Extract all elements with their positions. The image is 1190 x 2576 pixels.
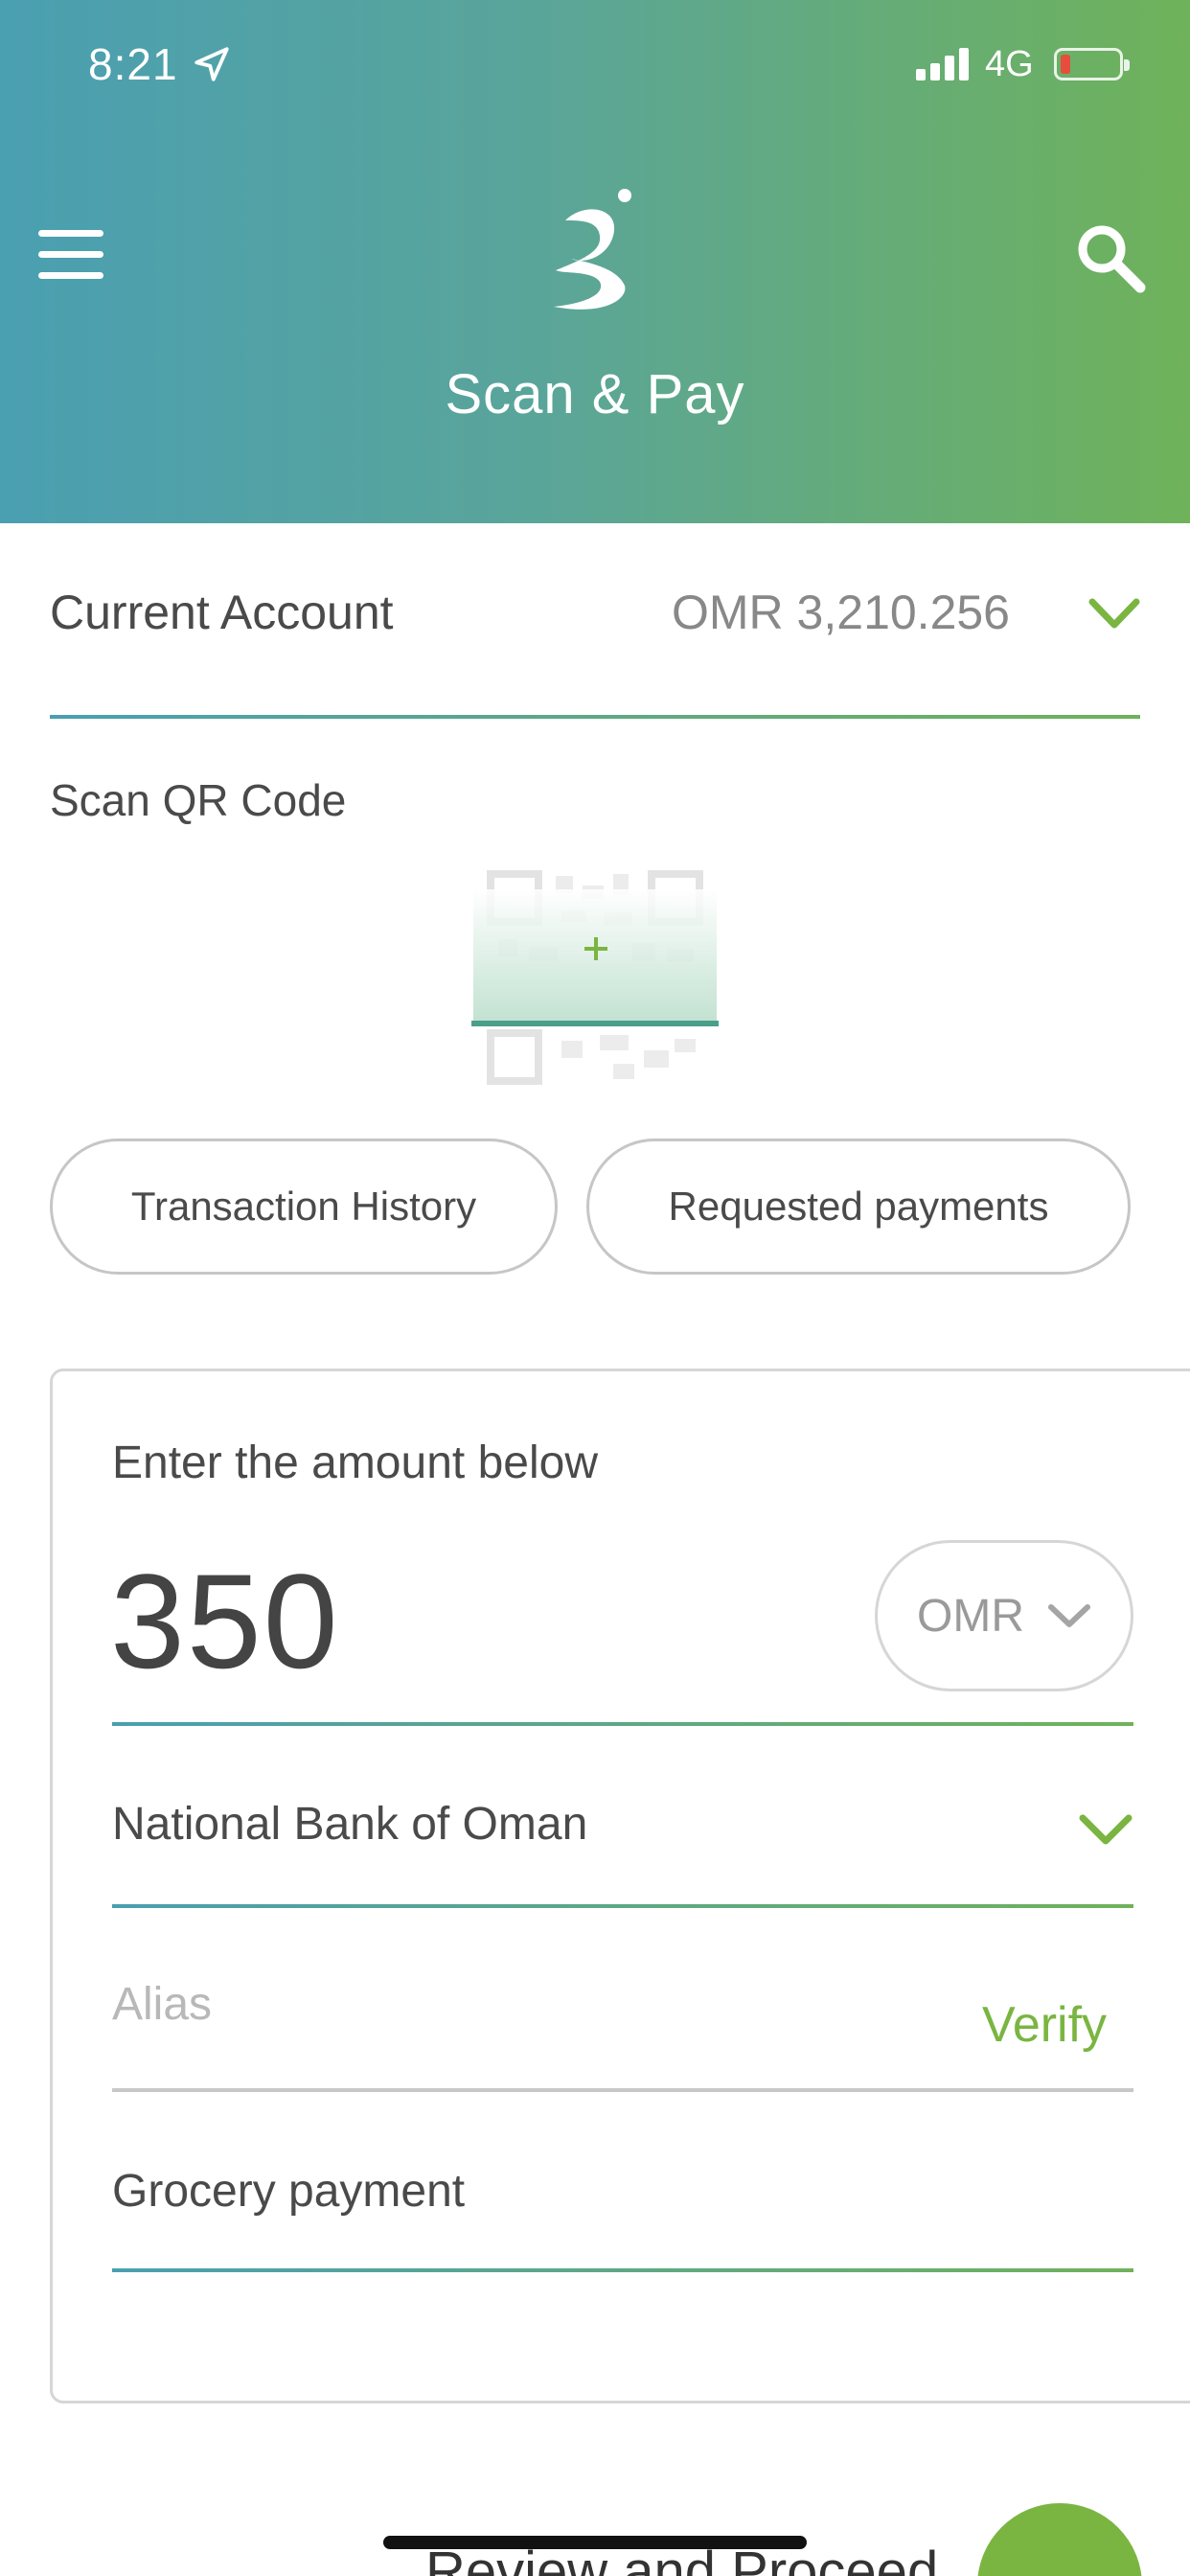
battery-icon	[1054, 48, 1130, 80]
alias-underline	[112, 2088, 1133, 2092]
header: 8:21 4G Scan & Pay	[0, 0, 1190, 523]
currency-label: OMR	[917, 1590, 1024, 1642]
qr-scan-icon[interactable]	[469, 862, 721, 1085]
network-label: 4G	[985, 44, 1034, 84]
chevron-down-icon	[1088, 598, 1140, 629]
menu-icon[interactable]	[38, 230, 105, 280]
account-balance: OMR 3,210.256	[672, 586, 1010, 639]
amount-input[interactable]: 350	[110, 1544, 340, 1699]
signal-icon	[916, 46, 970, 80]
amount-underline	[112, 1722, 1133, 1726]
amount-prompt: Enter the amount below	[112, 1438, 598, 1488]
requested-payments-button[interactable]: Requested payments	[586, 1138, 1131, 1275]
account-selector[interactable]: Current Account OMR 3,210.256	[50, 575, 1140, 719]
chevron-down-icon	[1047, 1604, 1090, 1627]
note-underline	[112, 2268, 1133, 2272]
transaction-history-button[interactable]: Transaction History	[50, 1138, 558, 1275]
location-arrow-icon	[195, 47, 229, 81]
bank-selector[interactable]: National Bank of Oman	[112, 1798, 587, 1851]
payment-note-input[interactable]: Grocery payment	[112, 2165, 465, 2218]
bank-underline	[112, 1904, 1133, 1908]
chevron-down-icon[interactable]	[1078, 1810, 1133, 1849]
currency-selector[interactable]: OMR	[875, 1540, 1133, 1691]
page-title: Scan & Pay	[445, 363, 745, 426]
scan-qr-label: Scan QR Code	[50, 775, 347, 825]
status-time: 8:21	[88, 39, 178, 89]
search-icon[interactable]	[1071, 218, 1148, 295]
home-indicator	[383, 2536, 807, 2549]
verify-button[interactable]: Verify	[982, 1996, 1107, 2054]
payment-card: Enter the amount below 350 OMR National …	[50, 1368, 1190, 2404]
account-label: Current Account	[50, 586, 394, 639]
bank-logo-icon	[554, 189, 631, 310]
proceed-button[interactable]	[977, 2503, 1142, 2576]
scan-and-pay-screen: 8:21 4G Scan & Pay Current Account OMR 3…	[0, 0, 1190, 2576]
alias-input[interactable]	[112, 1966, 879, 2042]
